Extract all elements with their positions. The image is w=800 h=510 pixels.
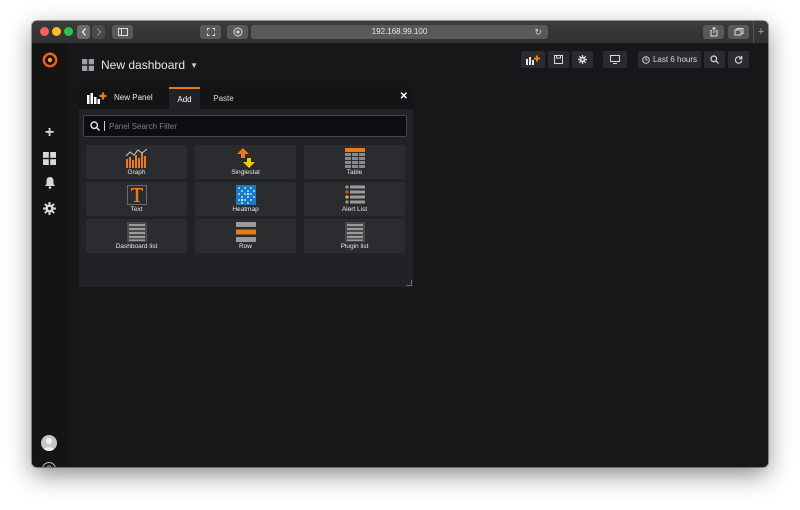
panel-type-label: Plugin list	[340, 243, 369, 250]
refresh-icon	[734, 56, 743, 64]
cog-icon	[578, 55, 587, 64]
tabs-overview-button[interactable]	[728, 25, 749, 39]
tab-paste[interactable]: Paste	[207, 89, 240, 109]
browser-titlebar: 192.168.99.100 ↻ +	[32, 21, 768, 44]
refresh-button[interactable]	[728, 51, 749, 68]
panel-type-plugin-list[interactable]: Plugin list	[304, 219, 405, 253]
panel-type-row[interactable]: Row	[195, 219, 296, 253]
alert-list-icon	[344, 185, 365, 204]
forward-button[interactable]	[92, 25, 105, 39]
panel-search-box[interactable]	[83, 115, 407, 137]
panel-type-alert-list[interactable]: Alert List	[304, 182, 405, 216]
grafana-logo-icon[interactable]	[32, 51, 67, 74]
dashboard-title: New dashboard	[101, 58, 186, 72]
shield-icon	[233, 27, 242, 37]
dashboards-icon[interactable]	[32, 152, 67, 170]
gear-icon[interactable]	[32, 202, 67, 220]
expand-icon	[206, 28, 215, 36]
dashboard-settings-button[interactable]	[572, 51, 593, 68]
panel-type-table[interactable]: Table	[304, 145, 405, 179]
monitor-icon	[610, 55, 620, 64]
save-dashboard-button[interactable]	[548, 51, 569, 68]
tab-add[interactable]: Add	[169, 87, 200, 111]
panel-type-graph[interactable]: Graph	[86, 145, 187, 179]
create-plus-icon[interactable]: +	[32, 124, 67, 142]
sidebar-toggle-button[interactable]	[112, 25, 133, 39]
panel-type-label: Alert List	[341, 206, 368, 213]
minimize-window-button[interactable]	[52, 27, 61, 36]
time-picker-button[interactable]: Last 6 hours	[638, 51, 701, 68]
singlestat-icon	[236, 148, 255, 168]
search-icon	[710, 55, 719, 64]
panel-resize-handle[interactable]	[406, 280, 412, 286]
address-bar[interactable]: 192.168.99.100 ↻	[251, 25, 548, 39]
bell-icon[interactable]	[32, 176, 67, 194]
fullscreen-button[interactable]	[200, 25, 221, 39]
search-icon	[90, 121, 100, 131]
avatar[interactable]	[41, 435, 57, 451]
share-button[interactable]	[703, 25, 724, 39]
tabs-icon	[734, 28, 743, 36]
add-panel-icon	[87, 92, 107, 104]
heatmap-icon	[235, 185, 256, 205]
panel-type-label: Heatmap	[232, 206, 259, 213]
text-cursor	[104, 121, 105, 131]
panel-type-dashboard-list[interactable]: Dashboard list	[86, 219, 187, 253]
dashboard-grid-icon	[82, 59, 94, 71]
time-range-label: Last 6 hours	[652, 55, 698, 64]
dashboard-list-icon	[126, 222, 147, 242]
panel-search-input[interactable]	[109, 121, 399, 131]
graph-icon	[125, 148, 147, 168]
panel-type-label: Dashboard list	[115, 243, 158, 250]
panel-type-label: Graph	[127, 169, 146, 176]
row-icon	[235, 222, 256, 242]
panel-type-singlestat[interactable]: Singlestat	[195, 145, 296, 179]
back-button[interactable]	[77, 25, 90, 39]
chevron-right-icon	[96, 28, 101, 36]
clock-icon	[642, 55, 650, 64]
tv-mode-button[interactable]	[603, 51, 627, 68]
save-icon	[554, 55, 563, 64]
chevron-left-icon	[81, 28, 86, 36]
dashboard-picker[interactable]: New dashboard ▼	[82, 55, 198, 75]
panel-type-label: Row	[238, 243, 252, 250]
close-icon[interactable]: ✕	[400, 91, 408, 102]
caret-down-icon: ▼	[190, 60, 198, 70]
sidebar: + ?	[32, 43, 67, 467]
close-window-button[interactable]	[40, 27, 49, 36]
panel-type-label: Text	[130, 206, 143, 213]
url-text: 192.168.99.100	[371, 27, 428, 36]
add-panel-button[interactable]	[521, 51, 545, 68]
plugin-list-icon	[344, 222, 365, 242]
panel-header: New Panel Add Paste ✕	[79, 87, 413, 111]
share-icon	[710, 26, 717, 37]
panel-type-label: Singlestat	[231, 169, 260, 176]
panel-type-label: Table	[346, 169, 363, 176]
help-icon[interactable]: ?	[42, 462, 56, 467]
new-panel: New Panel Add Paste ✕ Graph Singlestat T…	[79, 87, 413, 287]
privacy-button[interactable]	[227, 25, 248, 39]
reload-icon[interactable]: ↻	[534, 25, 542, 39]
panel-title: New Panel	[114, 93, 153, 102]
panel-type-heatmap[interactable]: Heatmap	[195, 182, 296, 216]
new-tab-button[interactable]: +	[753, 21, 768, 43]
text-icon	[126, 185, 147, 205]
zoom-window-button[interactable]	[64, 27, 73, 36]
add-panel-icon	[525, 55, 540, 65]
table-icon	[344, 148, 365, 168]
sidebar-icon	[117, 28, 128, 36]
panel-type-text[interactable]: Text	[86, 182, 187, 216]
zoom-out-button[interactable]	[704, 51, 725, 68]
